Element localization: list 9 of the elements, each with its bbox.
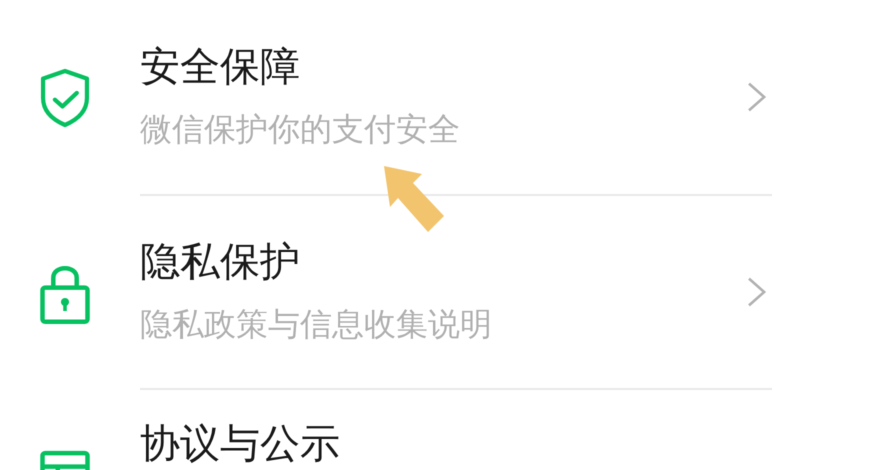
item-title: 协议与公示 <box>140 420 340 468</box>
arrow-icon <box>382 164 446 234</box>
chevron-right-icon[interactable] <box>746 276 768 308</box>
chevron-right-icon[interactable] <box>746 81 768 113</box>
shield-check-icon <box>38 67 92 129</box>
item-subtitle: 隐私政策与信息收集说明 <box>140 304 492 345</box>
item-title: 隐私保护 <box>140 238 301 286</box>
item-title: 安全保障 <box>140 43 301 91</box>
item-subtitle: 微信保护你的支付安全 <box>140 109 460 150</box>
